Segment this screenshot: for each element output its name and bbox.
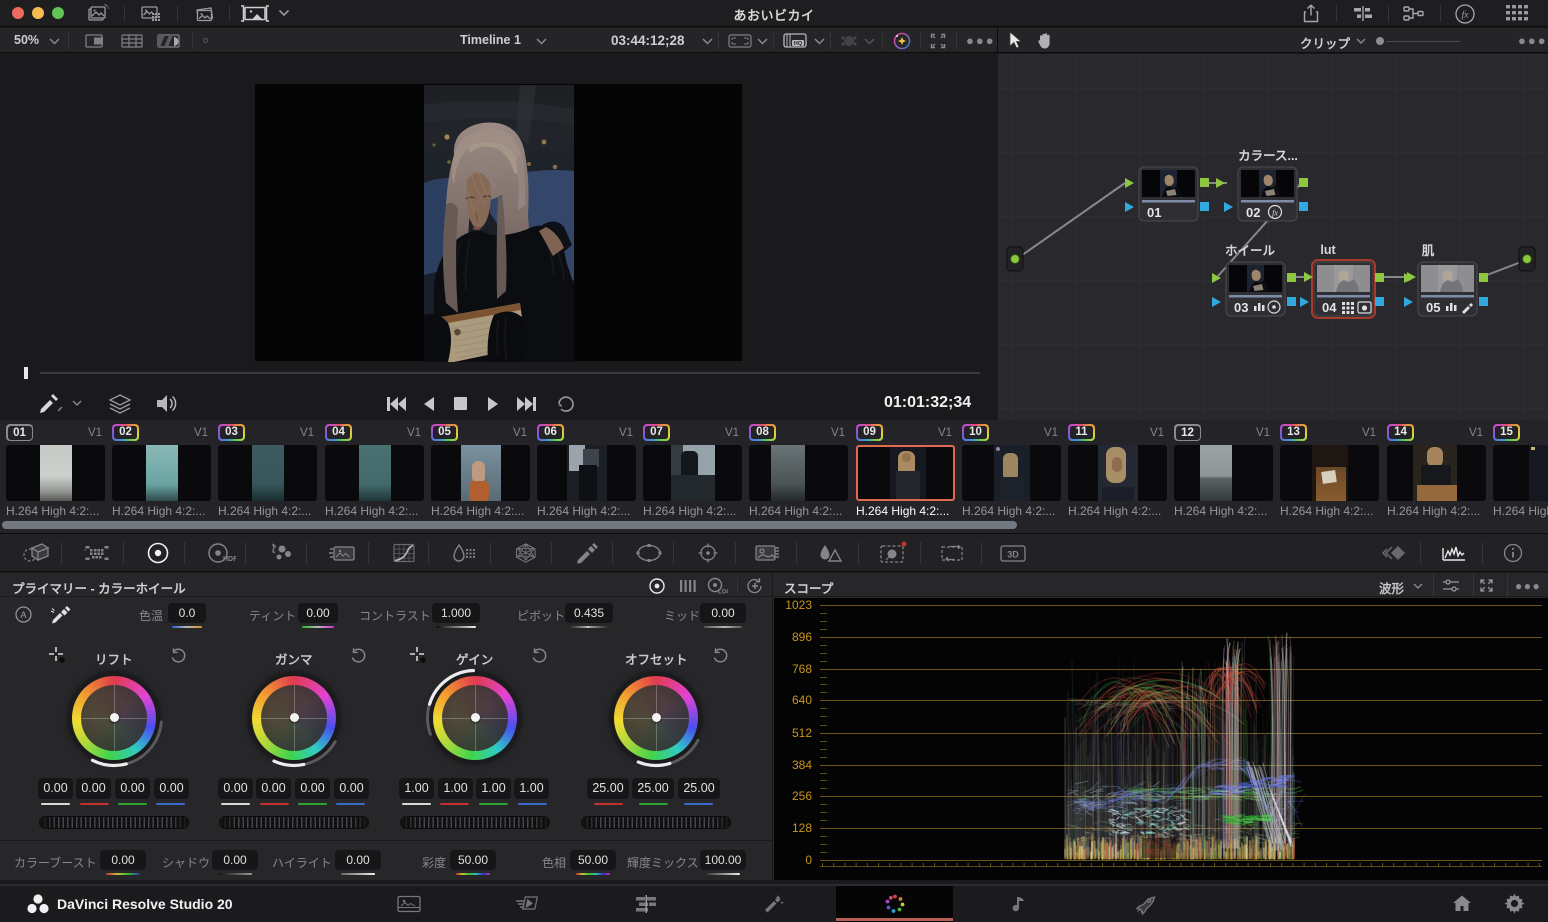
svg-text:3D: 3D	[1007, 550, 1019, 560]
svg-text:fx: fx	[1462, 10, 1470, 21]
svg-text:05: 05	[1426, 300, 1440, 315]
svg-text:04: 04	[1322, 300, 1337, 315]
svg-text:02: 02	[1246, 205, 1260, 220]
svg-text:カラース...: カラース...	[1238, 149, 1298, 163]
svg-text:LOG: LOG	[718, 590, 728, 596]
svg-text:肌: 肌	[1421, 243, 1435, 258]
svg-text:HDR: HDR	[223, 556, 236, 563]
svg-text:lut: lut	[1320, 243, 1336, 257]
svg-text:fx: fx	[1272, 209, 1278, 218]
svg-text:A: A	[20, 610, 26, 620]
svg-text:01: 01	[1147, 205, 1161, 220]
svg-text:HQ: HQ	[794, 41, 803, 47]
svg-text:03: 03	[1234, 300, 1248, 315]
svg-text:ホイール: ホイール	[1225, 244, 1276, 258]
